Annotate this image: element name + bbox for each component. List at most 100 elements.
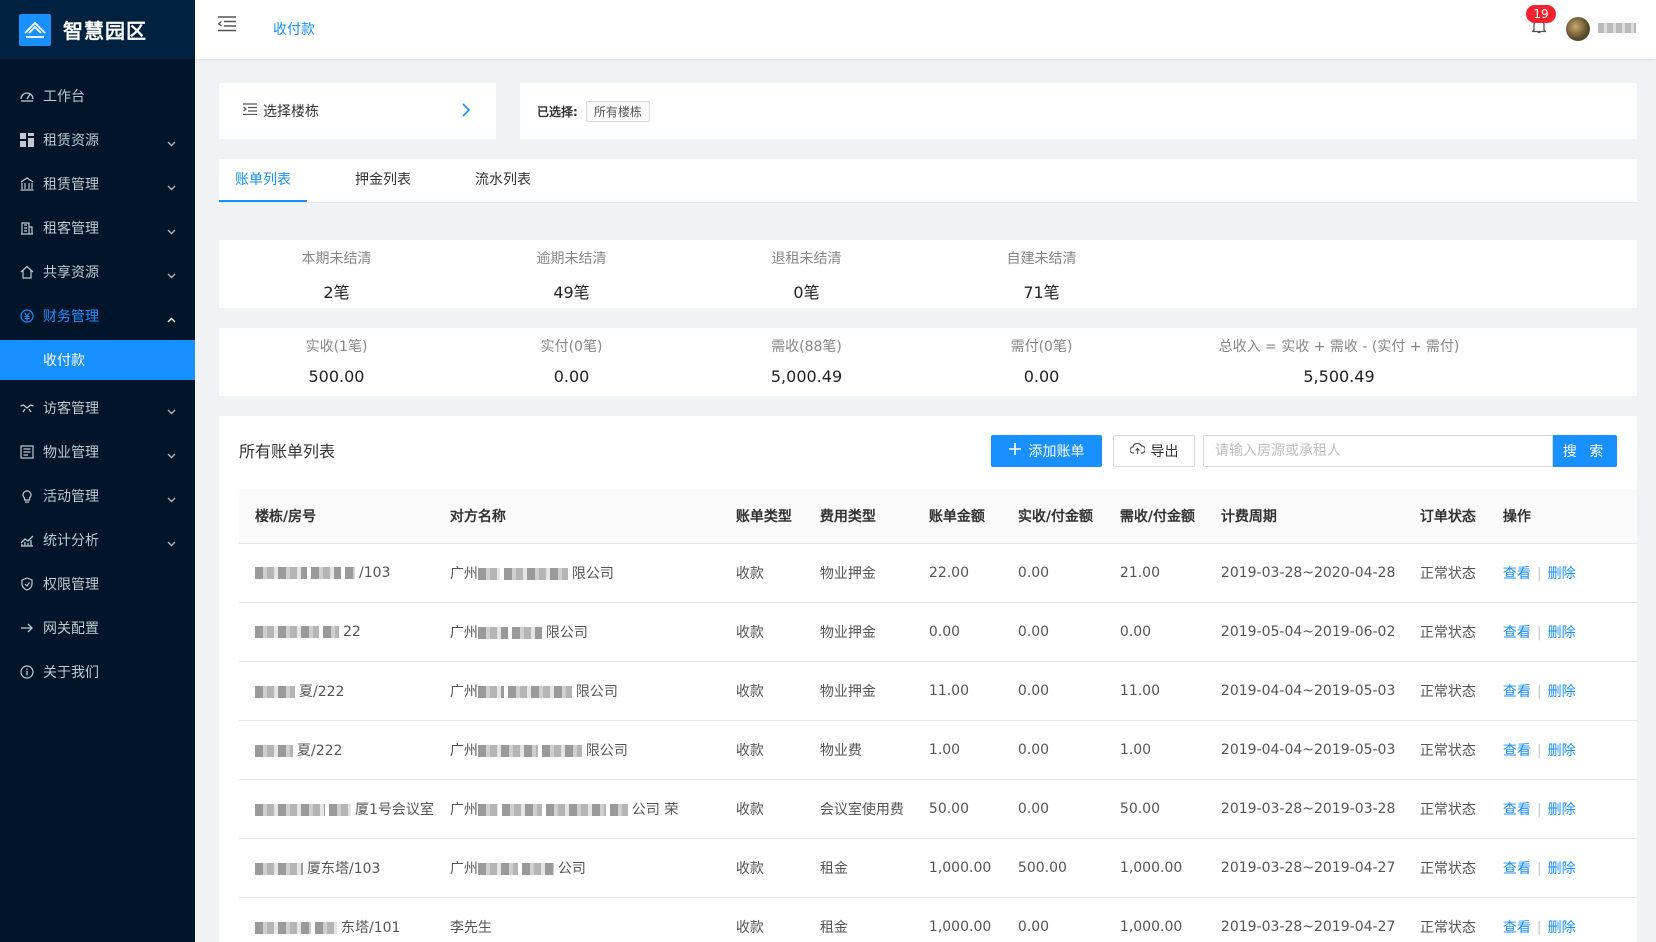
sidebar-item-4[interactable]: 共享资源 (0, 250, 195, 294)
sidebar-item-11[interactable]: 网关配置 (0, 606, 195, 650)
home-icon (20, 265, 34, 279)
cell-bill-type: 收款 (719, 779, 804, 839)
tab-deposits[interactable]: 押金列表 (339, 159, 427, 202)
view-link[interactable]: 查看 (1503, 684, 1531, 700)
stat-current-unsettled: 本期未结清 2笔 (301, 251, 372, 302)
table-row[interactable]: 东塔/101 李先生 收款 租金 1,000.00 0.00 1,000.00 2019-03… (239, 897, 1637, 942)
cell-bill-type: 收款 (719, 720, 804, 780)
selected-tag[interactable]: 所有楼栋 (585, 100, 650, 122)
sidebar-item-label: 租赁管理 (43, 177, 99, 193)
cell-due: 1,000.00 (1103, 897, 1205, 942)
amount-stats: 实收(1笔) 500.00 实付(0笔) 0.00 需收(88笔) 5,000.49 … (219, 328, 1637, 396)
sidebar-item-label: 统计分析 (43, 533, 99, 549)
logo-area[interactable]: 智慧园区 (0, 0, 195, 59)
col-room[interactable]: 楼栋/房号 (239, 489, 434, 544)
sidebar-item-label: 活动管理 (43, 489, 99, 505)
col-party[interactable]: 对方名称 (433, 489, 720, 544)
bank-icon (20, 177, 34, 191)
main-content: 选择楼栋 已选择: 所有楼栋 账单列表 押金列表 流水列表 本期未结清 2笔 逾期… (219, 83, 1637, 942)
delete-link[interactable]: 删除 (1548, 920, 1576, 936)
table-row[interactable]: /103 广州 限公司 收款 物业押金 22.00 0.00 21.00 2019-03-28~… (239, 543, 1637, 603)
menu-fold-icon[interactable] (217, 16, 236, 36)
breadcrumb[interactable]: 收付款 (273, 19, 315, 39)
col-status[interactable]: 订单状态 (1403, 489, 1487, 544)
view-link[interactable]: 查看 (1503, 802, 1531, 818)
sidebar-item-2[interactable]: 租赁管理 (0, 162, 195, 206)
building-selector-label: 选择楼栋 (263, 104, 319, 120)
cell-party: 广州 限公司 (433, 543, 720, 603)
cell-due: 1.00 (1103, 720, 1205, 780)
col-bill-type[interactable]: 账单类型 (719, 489, 804, 544)
action-divider: | (1536, 801, 1542, 818)
search-button[interactable]: 搜 索 (1553, 435, 1617, 467)
view-link[interactable]: 查看 (1503, 566, 1531, 582)
table-row[interactable]: 厦1号会议室 广州 公司 荣收款 会议室使用费 50.00 0.00 50.00 2019-0… (239, 779, 1637, 839)
delete-link[interactable]: 删除 (1548, 743, 1576, 759)
view-link[interactable]: 查看 (1503, 861, 1531, 877)
col-actions: 操作 (1486, 489, 1637, 544)
cell-status: 正常状态 (1403, 543, 1487, 603)
bulb-icon (20, 489, 34, 503)
sidebar-item-9[interactable]: 统计分析 (0, 518, 195, 562)
sidebar-item-6[interactable]: 访客管理 (0, 386, 195, 430)
cell-due: 1,000.00 (1103, 838, 1205, 898)
delete-link[interactable]: 删除 (1548, 566, 1576, 582)
cell-period: 2019-03-28~2019-04-27 (1204, 838, 1404, 898)
arrow-right-icon (20, 621, 34, 635)
table-row[interactable]: 22 广州 限公司 收款 物业押金 0.00 0.00 0.00 2019-05-04~2019… (239, 602, 1637, 662)
sidebar-item-12[interactable]: 关于我们 (0, 650, 195, 694)
cell-paid: 0.00 (1001, 779, 1104, 839)
col-due[interactable]: 需收/付金额 (1103, 489, 1205, 544)
table-row[interactable]: 厦东塔/103 广州 公司 收款 租金 1,000.00 500.00 1,000.00 201… (239, 838, 1637, 898)
sidebar-item-7[interactable]: 物业管理 (0, 430, 195, 474)
view-link[interactable]: 查看 (1503, 743, 1531, 759)
sidebar-item-8[interactable]: 活动管理 (0, 474, 195, 518)
cell-status: 正常状态 (1403, 720, 1487, 780)
sidebar-item-3[interactable]: 租客管理 (0, 206, 195, 250)
search-input[interactable] (1203, 435, 1553, 467)
sidebar-item-0[interactable]: 工作台 (0, 74, 195, 118)
sidebar-item-label: 财务管理 (43, 309, 99, 325)
cell-party: 广州 限公司 (433, 661, 720, 721)
sidebar-subitem-receipts[interactable]: 收付款 (0, 340, 195, 380)
export-button[interactable]: 导出 (1113, 435, 1195, 467)
building-selector[interactable]: 选择楼栋 (219, 83, 496, 139)
delete-link[interactable]: 删除 (1548, 625, 1576, 641)
cell-fee-type: 物业押金 (803, 543, 913, 603)
sidebar-item-label: 物业管理 (43, 445, 99, 461)
delete-link[interactable]: 删除 (1548, 861, 1576, 877)
sidebar-item-5[interactable]: 财务管理 (0, 294, 195, 338)
sidebar-item-10[interactable]: 权限管理 (0, 562, 195, 606)
view-link[interactable]: 查看 (1503, 625, 1531, 641)
cell-actions: 查看 | 删除 (1486, 838, 1637, 898)
user-name-blurred[interactable] (1598, 23, 1636, 33)
table-row[interactable]: 夏/222 广州 限公司 收款 物业押金 11.00 0.00 11.00 2019-04-04… (239, 661, 1637, 721)
avatar[interactable] (1566, 17, 1590, 41)
grid-icon (20, 133, 34, 147)
delete-link[interactable]: 删除 (1548, 802, 1576, 818)
stat-paid: 实付(0笔) 0.00 (540, 339, 603, 386)
view-link[interactable]: 查看 (1503, 920, 1531, 936)
sidebar-item-label: 权限管理 (43, 577, 99, 593)
col-fee-type[interactable]: 费用类型 (803, 489, 913, 544)
add-bill-button[interactable]: 添加账单 (991, 435, 1102, 467)
cell-status: 正常状态 (1403, 602, 1487, 662)
chevron-down-icon (167, 223, 176, 239)
stat-checkout-unsettled: 退租未结清 0笔 (771, 251, 842, 302)
sidebar-item-label: 工作台 (43, 89, 85, 105)
delete-link[interactable]: 删除 (1548, 684, 1576, 700)
tab-transactions[interactable]: 流水列表 (459, 159, 547, 202)
plus-icon (1008, 443, 1021, 459)
col-period[interactable]: 计费周期 (1204, 489, 1404, 544)
dashboard-icon (20, 89, 34, 103)
sidebar-item-label: 共享资源 (43, 265, 99, 281)
app-title: 智慧园区 (63, 19, 147, 43)
col-paid[interactable]: 实收/付金额 (1001, 489, 1104, 544)
col-amount[interactable]: 账单金额 (912, 489, 1002, 544)
selected-buildings: 已选择: 所有楼栋 (520, 83, 1637, 139)
stat-total-income: 总收入 = 实收 + 需收 - (实付 + 需付) 5,500.49 (1218, 339, 1460, 386)
tab-bills[interactable]: 账单列表 (219, 159, 307, 202)
sidebar-menu: 工作台租赁资源租赁管理租客管理共享资源财务管理收付款访客管理物业管理活动管理统计… (0, 74, 195, 694)
table-row[interactable]: 夏/222 广州 限公司 收款 物业费 1.00 0.00 1.00 2019-04-04~20… (239, 720, 1637, 780)
sidebar-item-1[interactable]: 租赁资源 (0, 118, 195, 162)
